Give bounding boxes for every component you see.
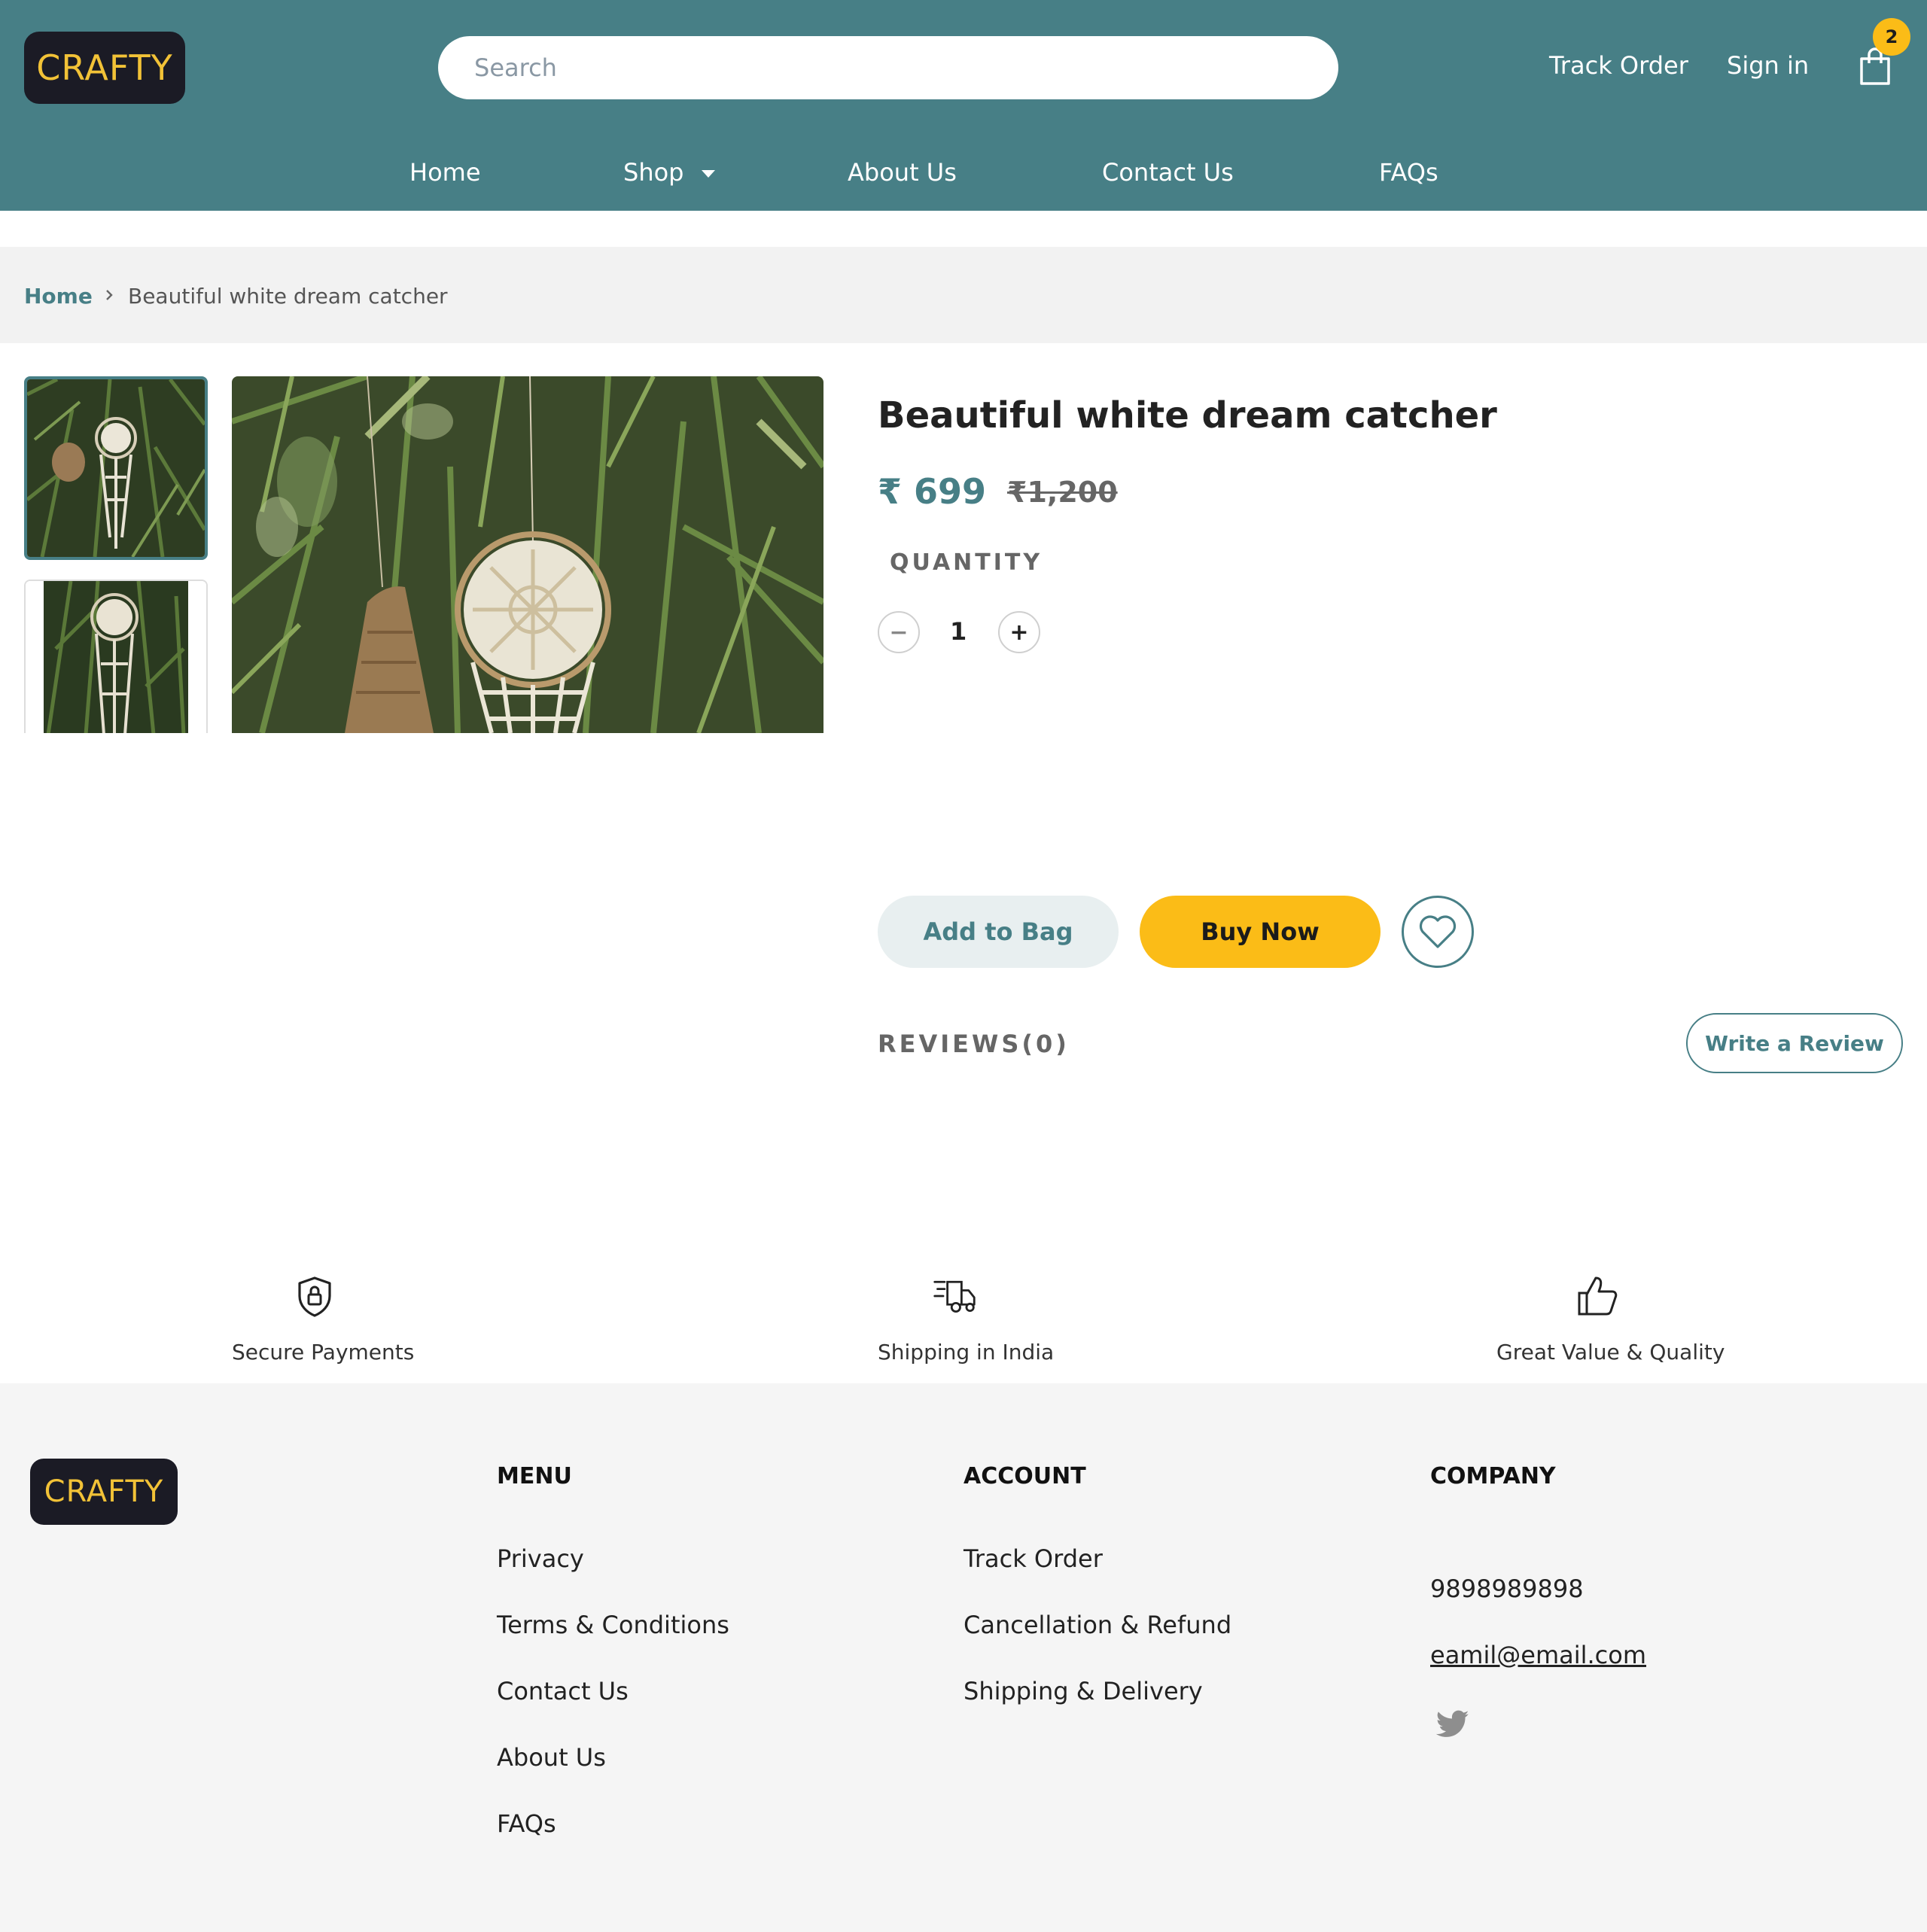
site-header [0, 0, 1927, 211]
product-main-image[interactable] [232, 376, 823, 733]
product-original-price: ₹1,200 [1007, 476, 1118, 509]
product-price: ₹ 699 [878, 471, 987, 512]
add-to-bag-button[interactable]: Add to Bag [878, 896, 1119, 968]
footer-link-cancellation[interactable]: Cancellation & Refund [964, 1611, 1231, 1639]
product-thumbnail-1[interactable] [24, 376, 208, 560]
cart-count-badge: 2 [1873, 18, 1910, 56]
site-logo[interactable]: CRAFTY [24, 32, 185, 104]
product-title: Beautiful white dream catcher [878, 394, 1497, 437]
footer-email-link[interactable]: eamil@email.com [1430, 1641, 1646, 1669]
dream-catcher-thumbnail-image [27, 379, 205, 557]
footer-link-shipping[interactable]: Shipping & Delivery [964, 1677, 1203, 1705]
footer-link-about[interactable]: About Us [497, 1743, 606, 1772]
feature-shipping-india: Shipping in India [878, 1340, 1055, 1365]
reviews-heading: REVIEWS(0) [878, 1030, 1070, 1058]
footer-logo[interactable]: CRAFTY [30, 1459, 178, 1525]
footer-link-privacy[interactable]: Privacy [497, 1544, 584, 1573]
footer-link-terms[interactable]: Terms & Conditions [497, 1611, 729, 1639]
feature-secure-payments: Secure Payments [232, 1340, 415, 1365]
footer-link-faqs[interactable]: FAQs [497, 1809, 556, 1838]
heart-icon [1419, 915, 1457, 948]
search-input[interactable] [438, 36, 1338, 99]
wishlist-button[interactable] [1402, 896, 1474, 968]
nav-faqs[interactable]: FAQs [1379, 158, 1438, 187]
footer-menu-heading: MENU [497, 1463, 572, 1489]
nav-contact-us[interactable]: Contact Us [1102, 158, 1234, 187]
quantity-increase-button[interactable]: + [998, 611, 1040, 653]
shield-lock-icon [298, 1276, 331, 1317]
breadcrumb-home[interactable]: Home [24, 284, 93, 309]
nav-shop[interactable]: Shop [623, 158, 716, 187]
quantity-label: QUANTITY [890, 549, 1043, 576]
nav-shop-label: Shop [623, 158, 684, 187]
dream-catcher-photo [232, 376, 823, 733]
footer-company-heading: COMPANY [1430, 1463, 1556, 1489]
breadcrumb-current: Beautiful white dream catcher [128, 284, 448, 309]
logo-text: CRAFTY [36, 47, 173, 88]
footer-link-contact[interactable]: Contact Us [497, 1677, 629, 1705]
write-review-button[interactable]: Write a Review [1686, 1013, 1903, 1073]
sign-in-link[interactable]: Sign in [1727, 51, 1809, 80]
quantity-decrease-button[interactable]: − [878, 611, 920, 653]
footer-logo-text: CRAFTY [44, 1474, 164, 1509]
buy-now-button[interactable]: Buy Now [1140, 896, 1381, 968]
dream-catcher-thumbnail-image [26, 581, 206, 733]
quantity-value: 1 [950, 617, 967, 646]
footer-account-heading: ACCOUNT [964, 1463, 1086, 1489]
thumbs-up-icon [1578, 1276, 1618, 1316]
chevron-right-icon [106, 290, 113, 300]
feature-great-value: Great Value & Quality [1496, 1340, 1725, 1365]
nav-about-us[interactable]: About Us [848, 158, 957, 187]
delivery-truck-icon [933, 1280, 976, 1313]
nav-home[interactable]: Home [409, 158, 481, 187]
chevron-down-icon [702, 170, 716, 178]
twitter-icon[interactable] [1436, 1710, 1469, 1739]
product-thumbnail-2[interactable] [24, 580, 208, 733]
track-order-link[interactable]: Track Order [1549, 51, 1688, 80]
footer-phone[interactable]: 9898989898 [1430, 1575, 1584, 1603]
footer-link-track-order[interactable]: Track Order [964, 1544, 1103, 1573]
